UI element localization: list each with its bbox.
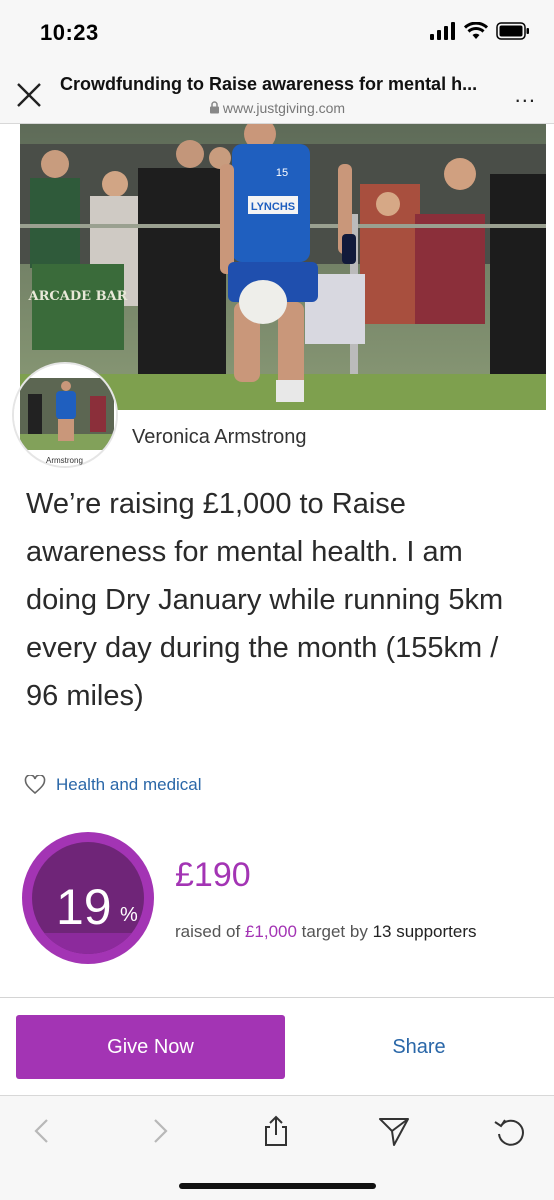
status-bar: 10:23 [0,0,554,62]
page: 10:23 Crowdfunding to Raise awareness fo… [0,0,554,1200]
reload-icon[interactable] [493,1114,527,1148]
give-now-button[interactable]: Give Now [16,1015,285,1079]
fundraiser-headline: We’re raising £1,000 to Raise awareness … [26,488,504,712]
back-icon[interactable] [26,1114,60,1148]
progress-percent-symbol: % [120,904,138,926]
category-tag[interactable]: Health and medical [24,775,202,795]
divider [0,997,554,998]
home-indicator [179,1183,376,1189]
hero-sign-text: ARCADE BAR [28,289,128,304]
hero-image: ARCADE BAR LYNCHS 15 [20,124,546,410]
raised-prefix: raised of [175,922,241,941]
target-amount: £1,000 [244,922,297,941]
amount-raised: £190 [175,856,251,894]
supporters-count: 13 supporters [372,922,477,941]
heart-icon [24,775,46,795]
raised-summary: raised of £1,000 target by 13 supporters [175,922,477,942]
more-options-button[interactable]: ... [515,84,536,106]
lock-icon [209,101,219,114]
wifi-icon [464,22,488,39]
forward-icon[interactable] [142,1114,176,1148]
hero-jersey-number: 15 [276,167,288,179]
status-icons [430,22,530,40]
url-row[interactable]: www.justgiving.com [0,100,554,116]
status-time: 10:23 [40,20,99,45]
share-icon[interactable] [259,1114,293,1148]
owner-name[interactable]: Veronica Armstrong [132,426,307,449]
avatar-photo [14,364,116,466]
avatar[interactable] [12,362,118,468]
hero-photo: ARCADE BAR LYNCHS 15 [20,124,546,410]
progress-circle: 19 % [22,832,154,964]
page-title: Crowdfunding to Raise awareness for ment… [60,74,478,94]
share-button[interactable]: Share [300,1015,538,1079]
category-label[interactable]: Health and medical [56,775,202,795]
target-suffix: target by [301,922,368,941]
progress-percent-value: 19 [56,879,112,935]
signal-icon [430,22,455,40]
url-text: www.justgiving.com [222,100,346,116]
browser-header: Crowdfunding to Raise awareness for ment… [0,62,554,124]
progress-inner: 19 % [32,842,144,954]
battery-icon [496,22,529,40]
hero-sponsor-text: LYNCHS [251,201,295,213]
progress-fill [32,933,144,954]
send-icon[interactable] [377,1114,411,1148]
avatar-caption: Armstrong [46,456,83,465]
